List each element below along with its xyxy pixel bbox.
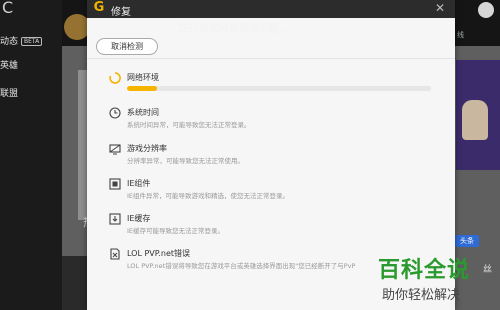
close-icon[interactable]: ✕ [435, 1, 445, 15]
check-item-desc: LOL PVP.net错误将导致您在游戏平台或英雄选择界面出现"您已经断开了与P… [127, 262, 356, 270]
check-item-title: 游戏分辨率 [127, 144, 167, 153]
beta-badge: BETA [21, 37, 43, 46]
status-overlay-text: 正在为您修复游戏问题... [179, 24, 291, 35]
featured-card[interactable] [456, 60, 500, 170]
nav-item-label: 联盟 [0, 89, 19, 99]
news-tag[interactable]: 头条 [455, 235, 479, 247]
nav-item-dynamic[interactable]: 动态 BETA [0, 34, 43, 47]
check-item-desc: 系统时间异常，可能导致您无法正常登录。 [127, 121, 251, 129]
nav-item-league[interactable]: 联盟 [0, 86, 18, 99]
nav-item-label: 英雄 [0, 61, 19, 71]
check-item-desc: IE缓存可能导致您无法正常登录。 [127, 227, 225, 235]
watermark-sub: 助你轻松解决 [382, 288, 461, 303]
download-icon [109, 213, 121, 225]
check-item-desc: 分辨率异常，可能导致您无法正常使用。 [127, 157, 244, 165]
player-photo [462, 100, 488, 140]
watermark-main: 百科全说 [378, 258, 471, 283]
left-nav: C 动态 BETA 英雄 联盟 [0, 0, 62, 310]
dialog-title: 修复 [111, 7, 131, 18]
display-icon [109, 144, 121, 155]
loading-spinner-icon [109, 72, 121, 84]
check-item-title: IE组件 [127, 179, 151, 188]
check-item-title: 网络环境 [127, 73, 159, 82]
network-progress-bar [127, 86, 431, 91]
clock-icon [109, 107, 121, 119]
progress-fill [127, 86, 158, 91]
ie-icon [109, 178, 121, 190]
check-item-title: LOL PVP.net错误 [127, 249, 191, 258]
check-item-desc: IE组件异常，可能导致游戏和精选，使您无法正常登录。 [127, 192, 290, 200]
nav-item-hero[interactable]: 英雄 [0, 58, 18, 71]
cancel-detection-button[interactable]: 取消检测 [96, 38, 158, 55]
nav-item-label: 动态 [0, 37, 19, 47]
check-item-title: IE缓存 [127, 214, 151, 223]
top-right-text: 线 [457, 31, 464, 39]
divider [87, 58, 455, 59]
app-logo: C [2, 0, 14, 17]
dialog-titlebar: G 修复 ✕ [87, 0, 455, 18]
check-item-title: 系统时间 [127, 108, 159, 117]
user-avatar[interactable] [478, 2, 494, 18]
watermark: 百科全说 助你轻松解决 [372, 252, 500, 310]
broken-file-icon [110, 248, 120, 260]
app-logo-icon: G [93, 0, 105, 15]
